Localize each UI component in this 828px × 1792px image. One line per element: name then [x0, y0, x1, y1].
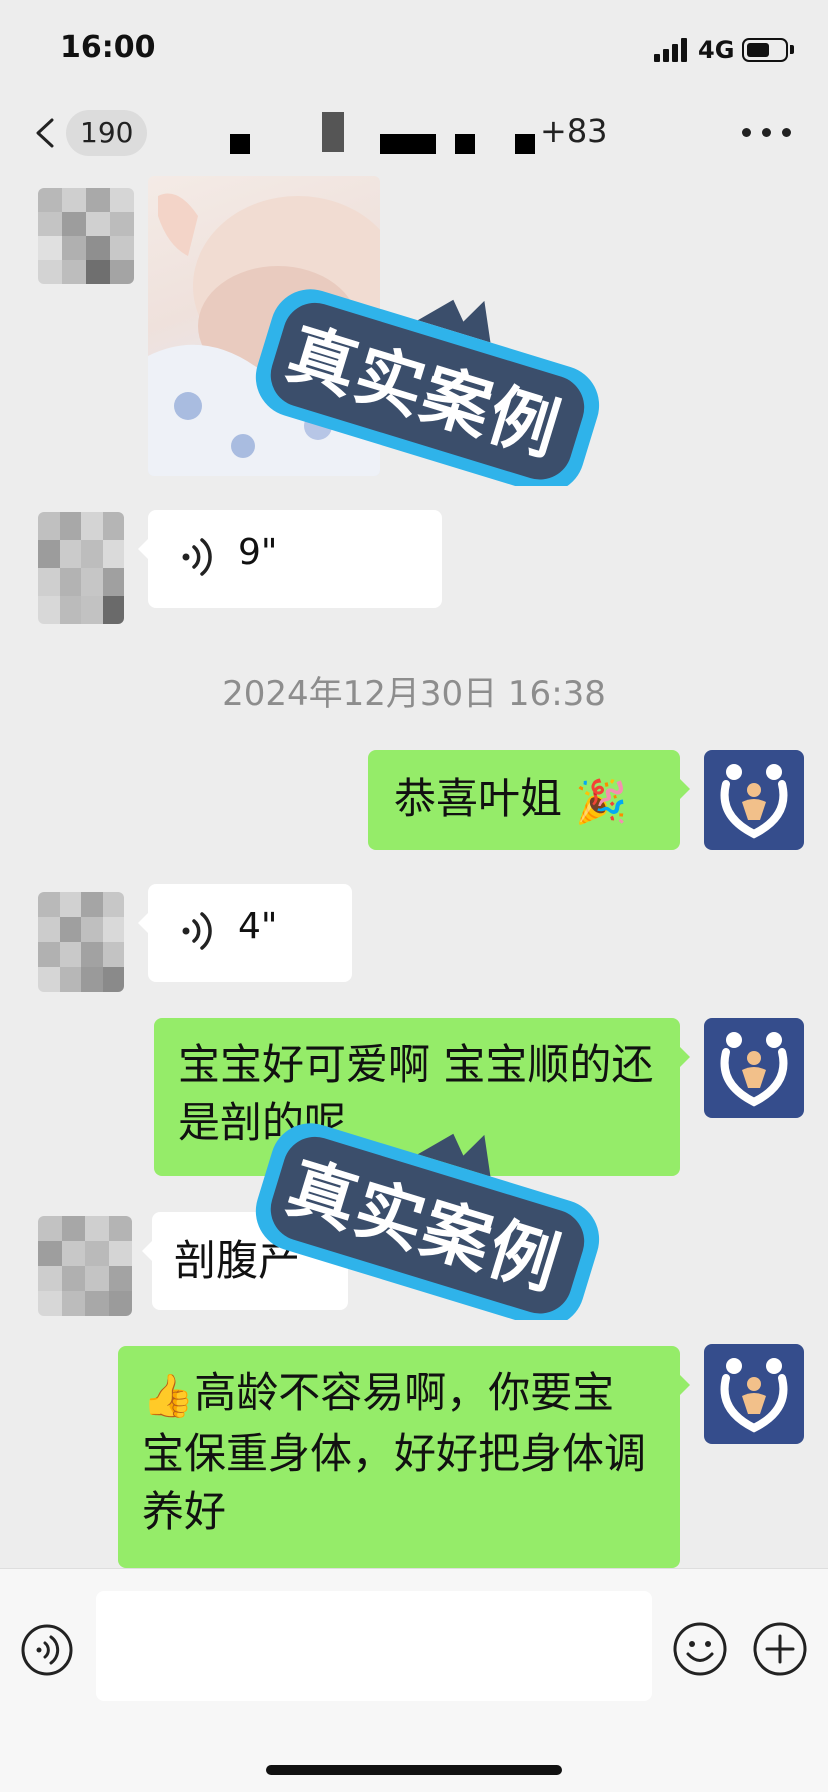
voice-message[interactable]: 9" — [138, 510, 442, 608]
thumbs-up-icon: 👍 — [142, 1370, 195, 1420]
input-bar — [0, 1568, 828, 1792]
voice-input-button[interactable] — [20, 1623, 74, 1677]
signal-icon — [654, 38, 690, 62]
chevron-left-icon — [36, 118, 54, 148]
message-timestamp: 2024年12月30日 16:38 — [222, 674, 606, 714]
emoji-button[interactable] — [672, 1621, 728, 1677]
redaction-block — [322, 112, 344, 152]
more-options-button[interactable] — [742, 122, 792, 142]
watermark-stamp: 真实案例 — [236, 286, 616, 494]
unread-count-badge: 190 — [66, 110, 148, 156]
status-time: 16:00 — [60, 30, 156, 65]
self-avatar[interactable] — [704, 750, 804, 850]
message-text: 高龄不容易啊，你要宝宝保重身体，好好把身体调养好 — [142, 1368, 647, 1536]
contact-avatar[interactable] — [38, 1216, 132, 1316]
more-actions-button[interactable] — [752, 1621, 808, 1677]
voice-duration: 9" — [238, 532, 278, 573]
network-label: 4G — [698, 36, 735, 64]
sent-message[interactable]: 👍高龄不容易啊，你要宝宝保重身体，好好把身体调养好 — [118, 1346, 690, 1568]
voice-duration: 4" — [238, 906, 278, 947]
voice-wave-icon — [182, 538, 212, 576]
brand-logo-icon — [720, 1032, 788, 1107]
battery-icon — [742, 38, 788, 62]
redaction-block — [380, 134, 436, 154]
self-avatar[interactable] — [704, 1018, 804, 1118]
contact-avatar[interactable] — [38, 188, 134, 284]
voice-wave-icon — [182, 912, 212, 950]
watermark-text: 真实案例 — [278, 313, 570, 472]
redaction-block — [230, 134, 250, 154]
brand-logo-icon — [720, 1358, 788, 1433]
sent-message[interactable]: 恭喜叶姐 🎉 — [368, 750, 690, 850]
voice-message[interactable]: 4" — [138, 884, 352, 982]
chat-title-suffix: +83 — [540, 112, 608, 150]
watermark-stamp: 真实案例 — [236, 1120, 616, 1328]
message-input[interactable] — [96, 1591, 652, 1701]
self-avatar[interactable] — [704, 1344, 804, 1444]
message-list[interactable]: 9" 2024年12月30日 16:38 恭喜叶姐 🎉 4" 宝宝好可爱啊 宝宝… — [0, 176, 828, 1568]
home-indicator[interactable] — [266, 1765, 562, 1775]
redaction-block — [455, 134, 475, 154]
party-popper-icon: 🎉 — [575, 776, 628, 826]
brand-logo-icon — [720, 764, 788, 839]
contact-avatar[interactable] — [38, 512, 124, 624]
chat-header: 190 +83 — [0, 100, 828, 176]
redaction-block — [515, 134, 535, 154]
chat-title: +83 — [230, 112, 610, 156]
message-text: 恭喜叶姐 — [394, 774, 563, 823]
battery-cap — [790, 45, 794, 54]
contact-avatar[interactable] — [38, 892, 124, 992]
status-bar: 16:00 4G — [0, 0, 828, 100]
back-button[interactable]: 190 — [28, 110, 148, 156]
